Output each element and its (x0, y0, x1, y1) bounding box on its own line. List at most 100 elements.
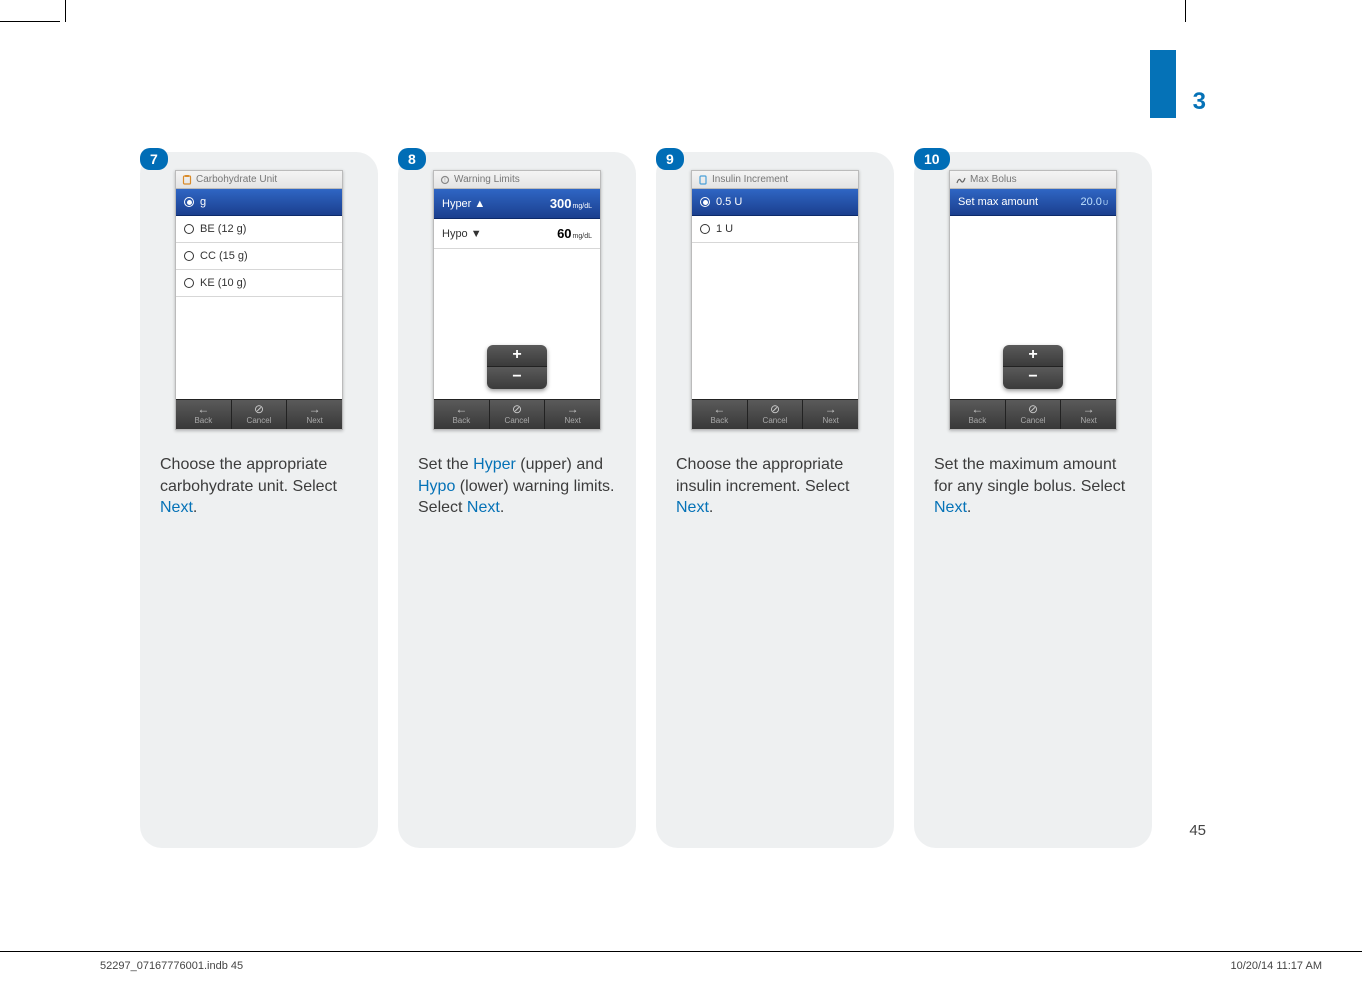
radio-icon (700, 197, 710, 207)
row-value: 20.0 (1081, 196, 1102, 208)
device-screen: ! Warning Limits Hyper ▲ 300mg/dL Hypo ▼… (433, 170, 601, 430)
row-label: Hypo ▼ (442, 228, 482, 240)
device-screen: Carbohydrate Unit g BE (12 g) CC (15 g) … (175, 170, 343, 430)
device-toolbar: ←Back ⊘Cancel →Next (950, 399, 1116, 429)
device-screen: Max Bolus Set max amount 20.0U + − (949, 170, 1117, 430)
cancel-button[interactable]: ⊘Cancel (748, 400, 804, 429)
device-toolbar: ←Back ⊘Cancel →Next (692, 399, 858, 429)
next-label: Next (306, 416, 322, 425)
bolus-icon (956, 175, 966, 185)
cancel-icon: ⊘ (1028, 403, 1038, 415)
back-label: Back (194, 416, 212, 425)
step-badge: 10 (914, 148, 950, 170)
section-tab (1150, 50, 1176, 118)
page-number: 45 (1189, 822, 1206, 839)
option-label: CC (15 g) (200, 250, 248, 262)
row-unit: U (1103, 200, 1108, 207)
section-number: 3 (1193, 88, 1206, 116)
arrow-right-icon: → (1083, 403, 1095, 415)
back-button[interactable]: ←Back (176, 400, 232, 429)
next-button[interactable]: →Next (1061, 400, 1116, 429)
step-caption: Set the maximum amount for any single bo… (930, 454, 1136, 519)
row-label: Hyper ▲ (442, 198, 485, 210)
step-panel-9: 9 Insulin Increment 0.5 U 1 U (656, 152, 894, 848)
back-button[interactable]: ←Back (692, 400, 748, 429)
step-caption: Choose the appropriate insulin increment… (672, 454, 878, 519)
device-screen: Insulin Increment 0.5 U 1 U ←Back ⊘Cance… (691, 170, 859, 430)
step-badge: 8 (398, 148, 426, 170)
cancel-label: Cancel (247, 416, 272, 425)
step-panels: 7 Carbohydrate Unit g BE (12 g) CC (1 (140, 152, 1152, 848)
carb-option-cc[interactable]: CC (15 g) (176, 243, 342, 270)
step-panel-7: 7 Carbohydrate Unit g BE (12 g) CC (1 (140, 152, 378, 848)
cancel-icon: ⊘ (512, 403, 522, 415)
plus-minus-stepper[interactable]: + − (1003, 345, 1063, 389)
minus-button[interactable]: − (1003, 367, 1063, 389)
max-bolus-row[interactable]: Set max amount 20.0U (950, 189, 1116, 216)
increment-option-0-5[interactable]: 0.5 U (692, 189, 858, 216)
arrow-right-icon: → (825, 403, 837, 415)
device-toolbar: ←Back ⊘Cancel →Next (434, 399, 600, 429)
plus-minus-stepper[interactable]: + − (487, 345, 547, 389)
screen-title-text: Carbohydrate Unit (196, 174, 277, 185)
row-value: 300 (550, 196, 572, 211)
cancel-button[interactable]: ⊘Cancel (1006, 400, 1062, 429)
row-unit: mg/dL (573, 233, 592, 240)
row-label: Set max amount (958, 196, 1038, 208)
warning-icon: ! (440, 175, 450, 185)
row-value: 60 (557, 226, 571, 241)
row-unit: mg/dL (573, 203, 592, 210)
radio-icon (700, 224, 710, 234)
crop-mark (0, 12, 60, 22)
cancel-button[interactable]: ⊘Cancel (232, 400, 288, 429)
carb-option-ke[interactable]: KE (10 g) (176, 270, 342, 297)
device-toolbar: ←Back ⊘Cancel →Next (176, 399, 342, 429)
back-button[interactable]: ←Back (950, 400, 1006, 429)
arrow-left-icon: ← (971, 403, 983, 415)
clipboard-icon (182, 175, 192, 185)
arrow-right-icon: → (309, 403, 321, 415)
step-badge: 7 (140, 148, 168, 170)
hypo-row[interactable]: Hypo ▼ 60mg/dL (434, 219, 600, 249)
screen-title: ! Warning Limits (434, 171, 600, 189)
step-caption: Set the Hyper (upper) and Hypo (lower) w… (414, 454, 620, 519)
step-caption: Choose the appropriate carbohydrate unit… (156, 454, 362, 519)
screen-title: Max Bolus (950, 171, 1116, 189)
print-footer: 52297_07167776001.indb 45 10/20/14 11:17… (0, 951, 1362, 972)
step-panel-10: 10 Max Bolus Set max amount 20.0U (914, 152, 1152, 848)
radio-icon (184, 251, 194, 261)
carb-option-g[interactable]: g (176, 189, 342, 216)
svg-text:!: ! (444, 178, 445, 184)
next-button[interactable]: →Next (287, 400, 342, 429)
option-label: g (200, 196, 206, 208)
step-panel-8: 8 ! Warning Limits Hyper ▲ 300mg/dL Hypo… (398, 152, 636, 848)
screen-title-text: Max Bolus (970, 174, 1017, 185)
next-button[interactable]: →Next (545, 400, 600, 429)
screen-title: Carbohydrate Unit (176, 171, 342, 189)
arrow-left-icon: ← (197, 403, 209, 415)
increment-option-1[interactable]: 1 U (692, 216, 858, 243)
arrow-left-icon: ← (713, 403, 725, 415)
cancel-button[interactable]: ⊘Cancel (490, 400, 546, 429)
cancel-icon: ⊘ (254, 403, 264, 415)
plus-button[interactable]: + (1003, 345, 1063, 367)
hyper-row[interactable]: Hyper ▲ 300mg/dL (434, 189, 600, 219)
next-button[interactable]: →Next (803, 400, 858, 429)
carb-option-be[interactable]: BE (12 g) (176, 216, 342, 243)
plus-button[interactable]: + (487, 345, 547, 367)
arrow-left-icon: ← (455, 403, 467, 415)
radio-icon (184, 278, 194, 288)
back-button[interactable]: ←Back (434, 400, 490, 429)
cancel-icon: ⊘ (770, 403, 780, 415)
step-badge: 9 (656, 148, 684, 170)
crop-mark (1176, 0, 1186, 22)
option-label: 0.5 U (716, 196, 742, 208)
option-label: 1 U (716, 223, 733, 235)
arrow-right-icon: → (567, 403, 579, 415)
footer-file: 52297_07167776001.indb 45 (100, 960, 243, 972)
screen-title-text: Insulin Increment (712, 174, 788, 185)
minus-button[interactable]: − (487, 367, 547, 389)
option-label: KE (10 g) (200, 277, 246, 289)
option-label: BE (12 g) (200, 223, 246, 235)
radio-icon (184, 197, 194, 207)
